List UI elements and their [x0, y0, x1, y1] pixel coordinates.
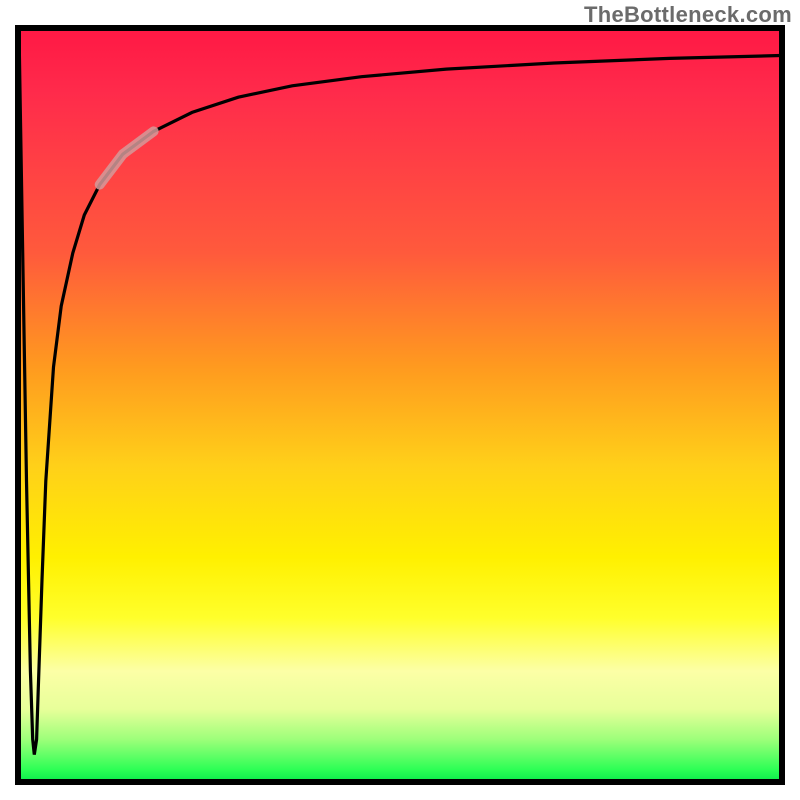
- chart-container: TheBottleneck.com: [0, 0, 800, 800]
- curve-highlight-segment: [100, 131, 154, 184]
- curve-svg: [15, 25, 785, 785]
- curve-path: [19, 25, 785, 755]
- plot-frame: [15, 25, 785, 785]
- watermark-text: TheBottleneck.com: [584, 2, 792, 28]
